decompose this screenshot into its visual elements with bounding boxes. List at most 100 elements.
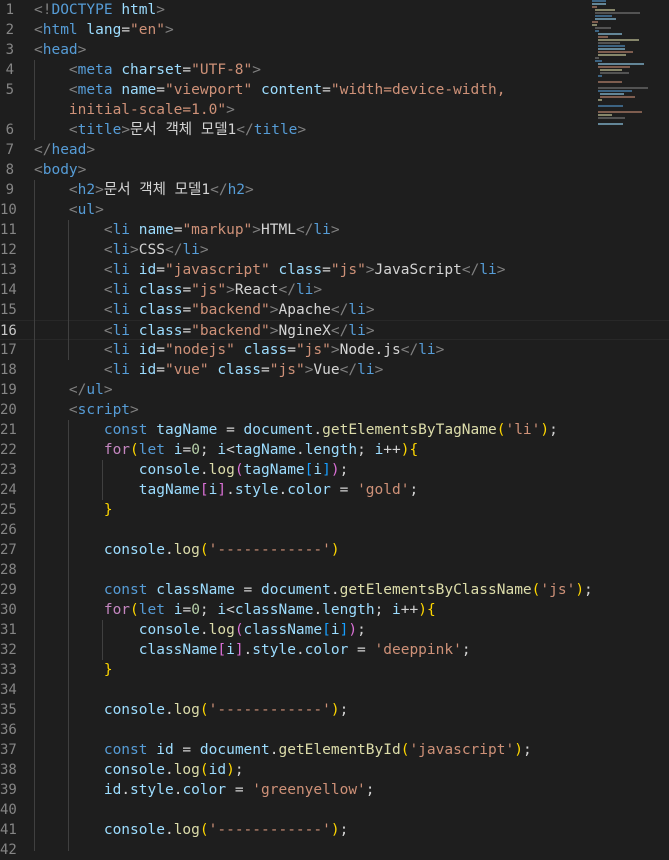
code-token: ; [199,602,218,618]
code-line[interactable]: 20 <script> [0,400,600,420]
code-line[interactable]: 17 <li id="nodejs" class="js">Node.js</l… [0,340,600,360]
code-token: ( [199,702,209,718]
line-text: console.log('------------') [34,540,340,560]
code-line[interactable]: 42 [0,840,600,860]
code-line[interactable]: 7 </head> [0,140,600,160]
line-number: 4 [5,62,14,78]
code-token: content [261,82,323,98]
code-token: ++ [383,442,401,458]
indent-guide [68,220,69,360]
code-line[interactable]: 29 const className = document.getElement… [0,580,600,600]
code-line[interactable]: 37 const id = document.getElementById('j… [0,740,600,760]
line-number: 26 [0,522,17,538]
code-token: = [217,422,244,438]
code-editor[interactable]: 1 <!DOCTYPE html> 2 <html lang="en"> 3 <head>… [0,0,669,858]
code-token: getElementById [278,742,401,758]
line-text: for(let i=0; i<tagName.length; i++){ [34,440,418,460]
code-line[interactable]: 19 </ul> [0,380,600,400]
code-line[interactable]: 10 <ul> [0,200,600,220]
code-line[interactable]: 1 <!DOCTYPE html> [0,0,600,20]
code-line[interactable]: 13 <li id="javascript" class="js">JavaSc… [0,260,600,280]
code-line[interactable]: 41 console.log('------------'); [0,820,600,840]
code-token: . [164,542,174,558]
code-line[interactable]: 23 console.log(tagName[i]); [0,460,600,480]
code-token: document [199,742,270,758]
code-line[interactable]: 36 [0,720,600,740]
line-text: <li>CSS</li> [34,240,209,260]
code-token: = [182,302,192,318]
code-token: li [357,362,375,378]
code-line[interactable]: 39 id.style.color = 'greenyellow'; [0,780,600,800]
code-token: for [103,602,131,618]
line-text: } [34,500,113,520]
code-token: id [156,742,174,758]
code-line[interactable]: 22 for(let i=0; i<tagName.length; i++){ [0,440,600,460]
code-token: < [103,342,113,358]
code-line[interactable]: 34 [0,680,600,700]
code-token: > [245,182,254,198]
code-token: console [103,822,165,838]
code-token: "UTF-8" [191,62,253,78]
line-text: const className = document.getElementsBy… [34,580,593,600]
code-line[interactable]: 38 console.log(id); [0,760,600,780]
code-line[interactable]: 15 <li class="backend">Apache</li> [0,300,600,320]
code-line[interactable]: 9 <h2>문서 객체 모델1</h2> [0,180,600,200]
minimap[interactable] [592,0,669,130]
code-line[interactable]: 14 <li class="js">React</li> [0,280,600,300]
code-token: JavaScript [374,262,462,278]
code-line[interactable]: 5 <meta name="viewport" content="width=d… [0,80,600,100]
code-line[interactable]: 24 tagName[i].style.color = 'gold'; [0,480,600,500]
code-line[interactable]: 4 <meta charset="UTF-8"> [0,60,600,80]
code-line[interactable]: 31 console.log(className[i]); [0,620,600,640]
code-token: = [182,442,192,458]
code-line[interactable]: 18 <li id="vue" class="js">Vue</li> [0,360,600,380]
code-line[interactable]: 2 <html lang="en"> [0,20,600,40]
code-line[interactable]: 30 for(let i=0; i<className.length; i++)… [0,600,600,620]
code-token: = [287,342,296,358]
code-token: > [103,382,113,398]
code-line[interactable]: initial-scale=1.0"> [0,100,600,120]
code-line[interactable]: 25 } [0,500,600,520]
code-token: ( [234,462,244,478]
code-line[interactable]: 6 <title>문서 객체 모델1</title> [0,120,600,140]
code-token: = [121,22,131,38]
minimap-line [597,39,639,41]
line-number: 12 [0,242,17,258]
code-token: = [234,582,262,598]
code-line[interactable]: 28 [0,560,600,580]
code-token: > [330,222,340,238]
line-number: 41 [0,822,17,838]
code-token: < [68,202,78,218]
minimap-line [592,24,598,26]
code-line[interactable]: 32 className[i].style.color = 'deeppink'… [0,640,600,660]
code-line[interactable]: 3 <head> [0,40,600,60]
code-token: ) [540,422,550,438]
code-token: < [226,442,235,458]
code-line[interactable]: 21 const tagName = document.getElementsB… [0,420,600,440]
code-area[interactable]: 1 <!DOCTYPE html> 2 <html lang="en"> 3 <head>… [0,0,669,858]
code-line[interactable]: 12 <li>CSS</li> [0,240,600,260]
code-token: > [226,102,235,118]
code-token: </ [295,222,314,238]
code-line[interactable]: 27 console.log('------------') [0,540,600,560]
line-text: console.log('------------'); [34,700,348,720]
code-token: h2 [227,182,246,198]
code-token: < [68,182,78,198]
code-token: console [103,702,165,718]
code-line[interactable]: 40 [0,800,600,820]
code-line[interactable]: 8 <body> [0,160,600,180]
code-line[interactable]: 33 } [0,660,600,680]
code-line[interactable]: 11 <li name="markup">HTML</li> [0,220,600,240]
code-line[interactable]: 26 [0,520,600,540]
code-token: ( [130,602,139,618]
code-token: html [121,2,157,18]
code-token: ] [234,642,244,658]
code-token: "en" [130,22,165,38]
code-line[interactable]: 16 <li class="backend">NgineX</li> [0,320,669,340]
code-token: log [173,822,200,838]
code-token: "js" [330,262,366,278]
minimap-line [594,60,602,62]
code-line[interactable]: 35 console.log('------------'); [0,700,600,720]
